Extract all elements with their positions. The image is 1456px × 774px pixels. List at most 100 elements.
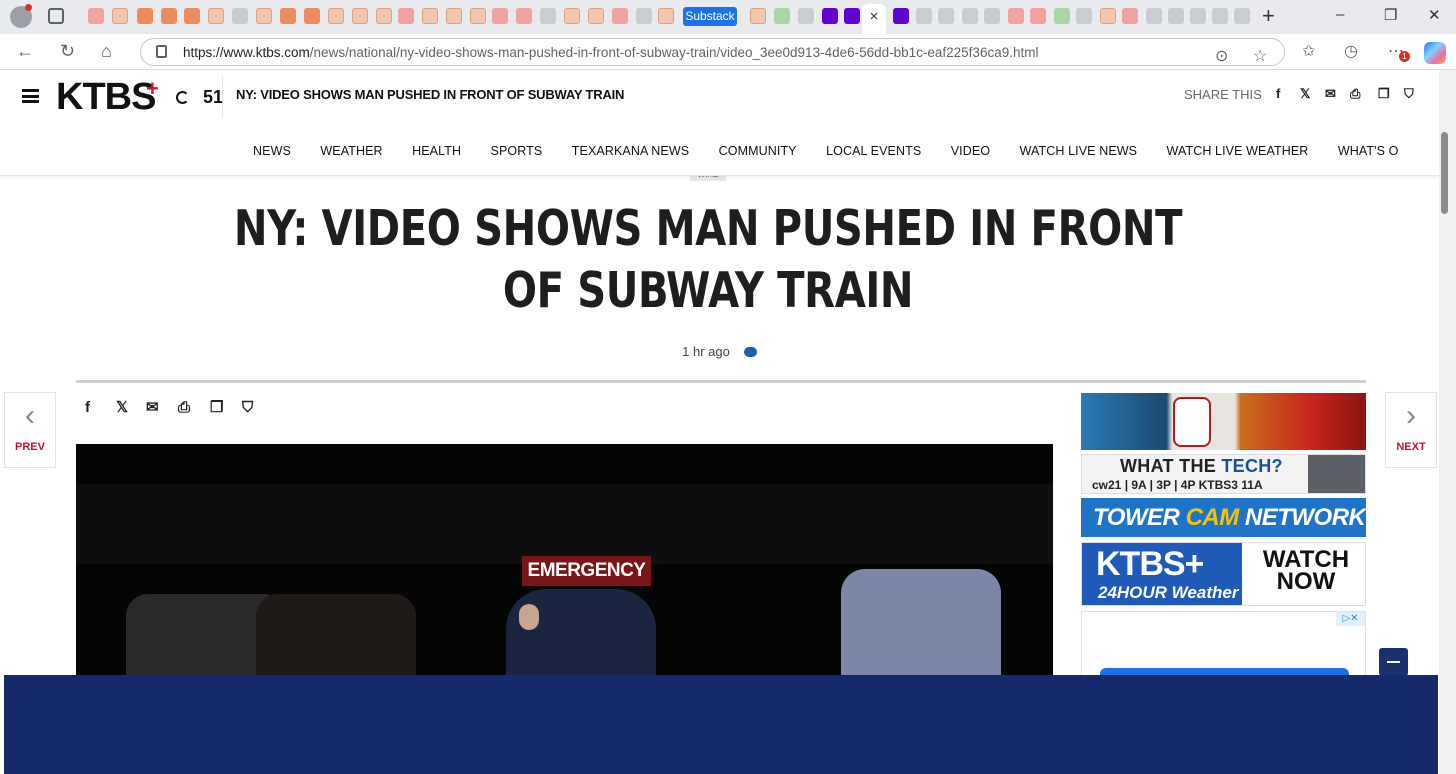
tab-favicon[interactable]: [328, 8, 344, 24]
tab-favicon[interactable]: [612, 8, 628, 24]
scrollbar-thumb[interactable]: [1441, 132, 1448, 214]
tab-substack[interactable]: Substack: [683, 7, 737, 26]
tab-favicon[interactable]: [1100, 8, 1116, 24]
x-twitter-icon[interactable]: 𝕏: [1300, 86, 1310, 102]
tab-favicon[interactable]: [636, 8, 652, 24]
tab-favicon[interactable]: [822, 8, 838, 24]
bottom-ad-banner[interactable]: [4, 675, 1438, 774]
back-icon[interactable]: ←: [16, 41, 34, 61]
tab-favicon[interactable]: [88, 8, 104, 24]
refresh-icon[interactable]: ↻: [60, 41, 75, 61]
nav-community[interactable]: COMMUNITY: [719, 144, 797, 158]
tab-favicon[interactable]: [280, 8, 296, 24]
tab-favicon[interactable]: [422, 8, 438, 24]
tab-favicon[interactable]: [492, 8, 508, 24]
site-logo[interactable]: KTBS: [56, 76, 156, 119]
nav-watch-live-weather[interactable]: WATCH LIVE WEATHER: [1167, 144, 1309, 158]
minimize-button[interactable]: –: [1336, 6, 1344, 23]
tab-favicon[interactable]: [916, 8, 932, 24]
ad-ktbs-24-hour-weather[interactable]: KTBS+ 24HOUR Weather WATCH NOW: [1081, 542, 1366, 606]
next-article-button[interactable]: › NEXT: [1385, 392, 1437, 468]
email-icon[interactable]: ✉: [1325, 86, 1336, 102]
ad-tower-cam-network[interactable]: TOWER CAM NETWORK: [1081, 498, 1366, 537]
tab-favicon[interactable]: [470, 8, 486, 24]
home-icon[interactable]: ⌂: [101, 41, 112, 61]
print-icon[interactable]: ⎙: [178, 400, 190, 416]
moon-weather-icon[interactable]: [176, 91, 189, 104]
ad-friday-football-fever[interactable]: [1081, 393, 1366, 450]
nav-video[interactable]: VIDEO: [951, 144, 990, 158]
tab-favicon[interactable]: [398, 8, 414, 24]
nav-local-events[interactable]: LOCAL EVENTS: [826, 144, 921, 158]
tab-favicon[interactable]: [184, 8, 200, 24]
tab-favicon[interactable]: [304, 8, 320, 24]
facebook-icon[interactable]: f: [85, 400, 90, 416]
comments-icon[interactable]: [743, 347, 757, 357]
ad-what-the-tech[interactable]: WHAT THE TECH? cw21 | 9A | 3P | 4P KTBS3…: [1081, 454, 1366, 494]
tab-favicon[interactable]: [232, 8, 248, 24]
favorites-icon[interactable]: ✩: [1302, 42, 1315, 62]
nav-texarkana-news[interactable]: TEXARKANA NEWS: [572, 144, 689, 158]
print-icon[interactable]: ⎙: [1350, 86, 1360, 102]
history-icon[interactable]: ◷: [1344, 42, 1358, 62]
facebook-icon[interactable]: f: [1276, 86, 1280, 102]
prev-article-button[interactable]: ‹ PREV: [4, 392, 56, 468]
email-icon[interactable]: ✉: [146, 400, 159, 416]
nav-watch-live-news[interactable]: WATCH LIVE NEWS: [1020, 144, 1137, 158]
tab-actions-icon[interactable]: [48, 8, 64, 24]
tab-favicon[interactable]: [893, 8, 909, 24]
temperature[interactable]: 51: [203, 87, 223, 108]
tab-favicon[interactable]: [112, 8, 128, 24]
tab-favicon[interactable]: [588, 8, 604, 24]
tab-favicon[interactable]: [844, 8, 860, 24]
tab-favicon[interactable]: [1168, 8, 1184, 24]
tab-favicon[interactable]: [962, 8, 978, 24]
tab-favicon[interactable]: [376, 8, 392, 24]
x-twitter-icon[interactable]: 𝕏: [116, 400, 128, 416]
tab-favicon[interactable]: [208, 8, 224, 24]
tab-favicon[interactable]: [161, 8, 177, 24]
copy-icon[interactable]: ❐: [1378, 86, 1390, 102]
favorite-star-icon[interactable]: ☆: [1253, 47, 1267, 67]
tab-favicon[interactable]: [1146, 8, 1162, 24]
tab-favicon[interactable]: [1008, 8, 1024, 24]
tab-favicon[interactable]: [352, 8, 368, 24]
tab-favicon[interactable]: [1234, 8, 1250, 24]
nav-whats-on[interactable]: WHAT'S O: [1338, 144, 1399, 158]
tab-favicon[interactable]: [256, 8, 272, 24]
bookmark-icon[interactable]: ⛉: [1404, 86, 1414, 102]
nav-news[interactable]: NEWS: [253, 144, 291, 158]
tab-favicon[interactable]: [137, 8, 153, 24]
tab-favicon[interactable]: [1076, 8, 1092, 24]
close-window-button[interactable]: ✕: [1428, 6, 1441, 24]
collapse-button[interactable]: [1379, 648, 1408, 676]
tab-favicon[interactable]: [938, 8, 954, 24]
tab-favicon[interactable]: [774, 8, 790, 24]
copy-icon[interactable]: ❐: [210, 400, 223, 416]
maximize-button[interactable]: ❐: [1384, 6, 1397, 24]
nav-health[interactable]: HEALTH: [412, 144, 461, 158]
tab-favicon[interactable]: [540, 8, 556, 24]
adchoices-icon[interactable]: ▷✕: [1336, 612, 1365, 626]
tab-favicon[interactable]: [1054, 8, 1070, 24]
tab-favicon[interactable]: [798, 8, 814, 24]
new-tab-button[interactable]: +: [1262, 4, 1275, 28]
tab-favicon[interactable]: [446, 8, 462, 24]
active-tab-close-button[interactable]: ×: [862, 4, 886, 34]
tab-favicon[interactable]: [1030, 8, 1046, 24]
reading-mode-icon[interactable]: ⊙: [1215, 47, 1228, 67]
copilot-icon[interactable]: [1424, 42, 1446, 64]
tab-favicon[interactable]: [1122, 8, 1138, 24]
lock-icon[interactable]: [156, 45, 167, 58]
nav-weather[interactable]: WEATHER: [320, 144, 382, 158]
hamburger-menu-icon[interactable]: [22, 89, 39, 103]
tab-favicon[interactable]: [750, 8, 766, 24]
bookmark-icon[interactable]: ⛉: [242, 400, 253, 416]
tab-favicon[interactable]: [1190, 8, 1206, 24]
tab-favicon[interactable]: [564, 8, 580, 24]
url-field[interactable]: https://www.ktbs.com/news/national/ny-vi…: [140, 38, 1285, 66]
url-text[interactable]: https://www.ktbs.com/news/national/ny-vi…: [183, 45, 1038, 60]
tab-favicon[interactable]: [658, 8, 674, 24]
nav-sports[interactable]: SPORTS: [491, 144, 543, 158]
tab-favicon[interactable]: [516, 8, 532, 24]
